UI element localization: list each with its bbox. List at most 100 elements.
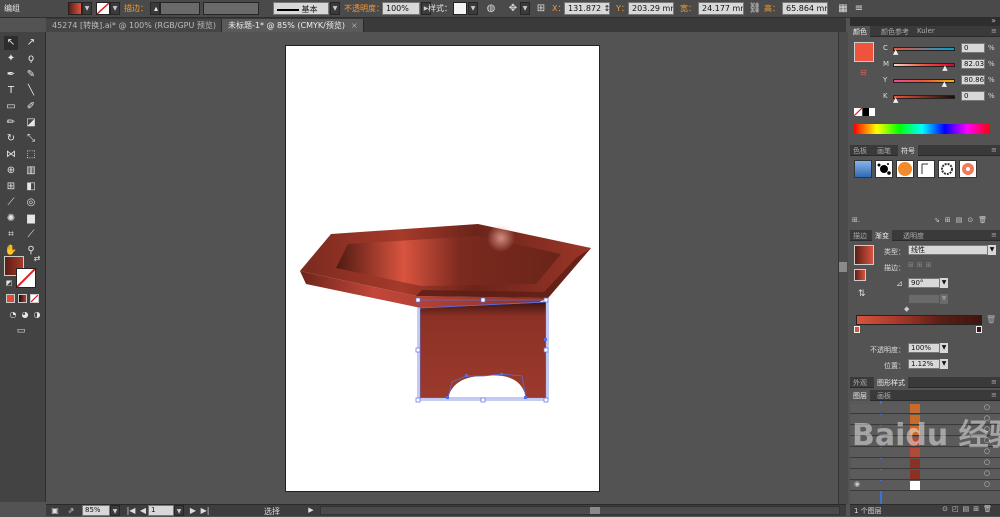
- height-input[interactable]: 65.864 mm: [782, 2, 828, 15]
- panel-menu-icon[interactable]: ≡: [988, 26, 1000, 37]
- direct-selection-tool-icon[interactable]: ↗: [24, 36, 38, 50]
- x-input[interactable]: 131.872 ↕: [564, 2, 610, 15]
- width-input[interactable]: 24.177 mm: [698, 2, 744, 15]
- zoom-input[interactable]: 85%: [82, 505, 110, 516]
- artboard-nav-icon[interactable]: ▣: [48, 504, 62, 517]
- tab-gradient[interactable]: 渐变: [872, 230, 892, 241]
- gradient-angle-input[interactable]: 90°: [908, 278, 940, 288]
- symbol-blue-banner[interactable]: [854, 160, 872, 178]
- eraser-tool-icon[interactable]: ◪: [24, 116, 38, 130]
- panel-menu-icon[interactable]: ≡: [988, 230, 1000, 241]
- collapse-icon[interactable]: »: [991, 16, 996, 25]
- stroke-color-box[interactable]: [16, 268, 36, 288]
- color-spectrum[interactable]: [854, 124, 990, 134]
- gradient-stop-left[interactable]: [854, 326, 860, 333]
- gradient-slider[interactable]: [856, 315, 982, 325]
- channel-m-input[interactable]: 82.03: [961, 59, 985, 69]
- zoom-dropdown[interactable]: ▼: [110, 505, 120, 516]
- tab-layers[interactable]: 图层: [850, 390, 870, 401]
- tab-color[interactable]: 颜色: [850, 26, 870, 37]
- link-icon[interactable]: ⛓: [748, 2, 762, 15]
- perspective-grid-tool-icon[interactable]: ▥: [24, 164, 38, 178]
- tab-appearance[interactable]: 外观: [850, 377, 870, 388]
- scale-tool-icon[interactable]: ⤡: [24, 132, 38, 146]
- reference-point-icon[interactable]: ⊞: [534, 2, 548, 15]
- channel-k-thumb[interactable]: ▲: [893, 97, 898, 104]
- brush-style-select[interactable]: 基本: [273, 2, 329, 15]
- aspect-ratio-dropdown[interactable]: ▼: [940, 294, 948, 304]
- tab-symbols[interactable]: 符号: [898, 145, 918, 156]
- color-mode-icon[interactable]: [6, 294, 15, 303]
- tab-kuler[interactable]: Kuler: [914, 26, 938, 37]
- color-fill-box[interactable]: [854, 42, 874, 62]
- last-page-icon[interactable]: ▶|: [198, 504, 212, 517]
- symbol-actions-icon[interactable]: ⇘⊞▤⊙🗑: [934, 216, 992, 224]
- page-input[interactable]: 1: [148, 505, 174, 516]
- channel-c-thumb[interactable]: ▲: [893, 49, 898, 56]
- white-swatch[interactable]: [869, 108, 875, 116]
- gradient-type-dropdown[interactable]: ▼: [988, 245, 996, 255]
- handle-bottom-middle[interactable]: [480, 397, 486, 403]
- blend-tool-icon[interactable]: ◎: [24, 196, 38, 210]
- symbol-libraries-icon[interactable]: ⊞.: [852, 216, 860, 224]
- pen-tool-icon[interactable]: ✒: [4, 68, 18, 82]
- delete-stop-icon[interactable]: 🗑: [986, 315, 996, 324]
- channel-c-input[interactable]: 0: [961, 43, 985, 53]
- eyedropper-tool-icon[interactable]: ⟋: [4, 196, 18, 210]
- magic-wand-tool-icon[interactable]: ✦: [4, 52, 18, 66]
- rotate-tool-icon[interactable]: ↻: [4, 132, 18, 146]
- symbol-ink-splat[interactable]: [875, 160, 893, 178]
- symbol-sprayer-tool-icon[interactable]: ✺: [4, 212, 18, 226]
- anchor-point[interactable]: [465, 374, 468, 377]
- handle-bottom-right[interactable]: [543, 397, 549, 403]
- opacity-input[interactable]: 100%: [382, 2, 420, 15]
- tab-document-1[interactable]: 45274 [转换].ai* @ 100% (RGB/GPU 预览)×: [46, 19, 229, 32]
- handle-middle-left[interactable]: [415, 347, 421, 353]
- symbol-orange-ball[interactable]: [896, 160, 914, 178]
- gradient-location-dropdown[interactable]: ▼: [940, 359, 948, 369]
- graphic-style-dropdown[interactable]: ▼: [468, 2, 478, 15]
- line-tool-icon[interactable]: ╲: [24, 84, 38, 98]
- fill-swatch[interactable]: [68, 2, 82, 15]
- page-dropdown[interactable]: ▼: [174, 505, 184, 516]
- handle-bottom-left[interactable]: [415, 397, 421, 403]
- body-shape[interactable]: [420, 302, 546, 398]
- anchor-point[interactable]: [544, 338, 547, 341]
- channel-m-thumb[interactable]: ▲: [942, 65, 947, 72]
- column-graph-tool-icon[interactable]: ▆: [24, 212, 38, 226]
- fill-dropdown[interactable]: ▼: [82, 2, 92, 15]
- symbol-ring[interactable]: [938, 160, 956, 178]
- out-of-gamut-icon[interactable]: ⊟: [860, 68, 867, 77]
- type-tool-icon[interactable]: T: [4, 84, 18, 98]
- channel-y-input[interactable]: 80.86: [961, 75, 985, 85]
- tab-color-guide[interactable]: 颜色参考: [878, 26, 912, 37]
- y-input[interactable]: 203.29 mm: [628, 2, 674, 15]
- tab-brushes[interactable]: 画笔: [874, 145, 894, 156]
- gradient-opacity-dropdown[interactable]: ▼: [940, 343, 948, 353]
- horizontal-scrollbar[interactable]: [320, 506, 840, 515]
- channel-k-slider[interactable]: [893, 95, 955, 99]
- tab-transparency[interactable]: 透明度: [900, 230, 927, 241]
- selection-tool-icon[interactable]: ↖: [4, 36, 18, 50]
- gradient-location-input[interactable]: 1.12%: [908, 359, 940, 369]
- gradient-fill-icon[interactable]: [854, 269, 866, 281]
- lasso-tool-icon[interactable]: ϙ: [24, 52, 38, 66]
- curvature-tool-icon[interactable]: ✎: [24, 68, 38, 82]
- mesh-tool-icon[interactable]: ⊞: [4, 180, 18, 194]
- slice-tool-icon[interactable]: ⟋: [24, 228, 38, 242]
- panel-menu-icon[interactable]: ≡: [988, 145, 1000, 156]
- opacity-label[interactable]: 不透明度：: [344, 3, 384, 14]
- width-label[interactable]: 宽：: [680, 3, 696, 14]
- y-label[interactable]: Y：: [616, 3, 629, 14]
- status-menu-icon[interactable]: ▶: [304, 504, 318, 517]
- variable-width-input[interactable]: [203, 2, 259, 15]
- pencil-tool-icon[interactable]: ✏: [4, 116, 18, 130]
- gradient-tool-icon[interactable]: ◧: [24, 180, 38, 194]
- rectangle-tool-icon[interactable]: ▭: [4, 100, 18, 114]
- tab-artboards[interactable]: 画板: [874, 390, 894, 401]
- panel-menu-icon[interactable]: ≡: [988, 390, 1000, 401]
- gradient-opacity-input[interactable]: 100%: [908, 343, 940, 353]
- stroke-weight-stepper[interactable]: ▴: [150, 2, 160, 15]
- gradient-type-select[interactable]: 线性: [908, 245, 988, 255]
- anchor-point[interactable]: [500, 373, 503, 376]
